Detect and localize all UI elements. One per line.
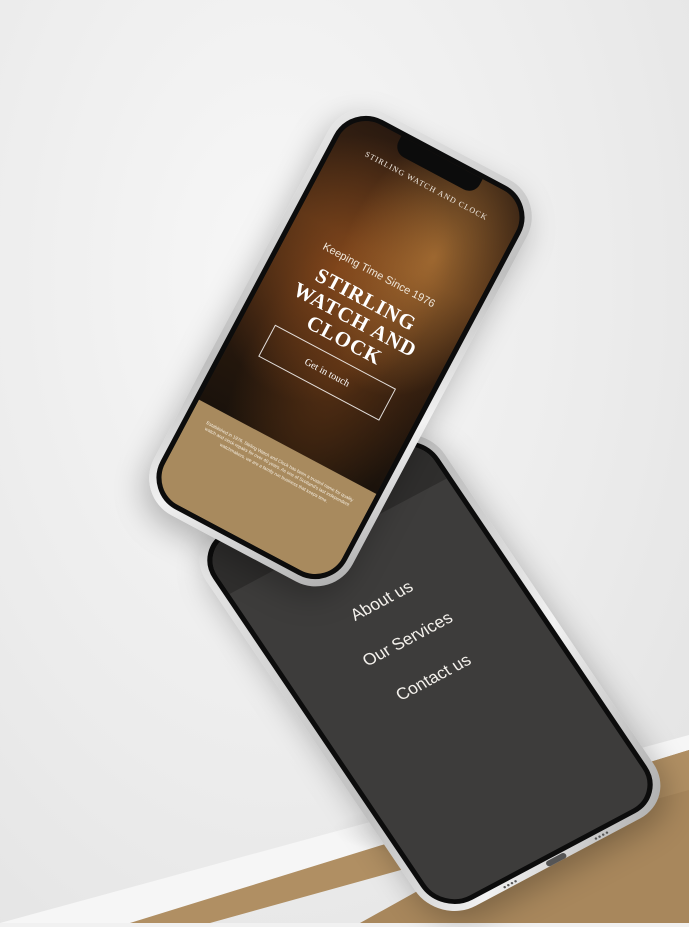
menu-item-about[interactable]: About us	[347, 577, 417, 625]
menu-item-contact[interactable]: Contact us	[392, 651, 475, 706]
